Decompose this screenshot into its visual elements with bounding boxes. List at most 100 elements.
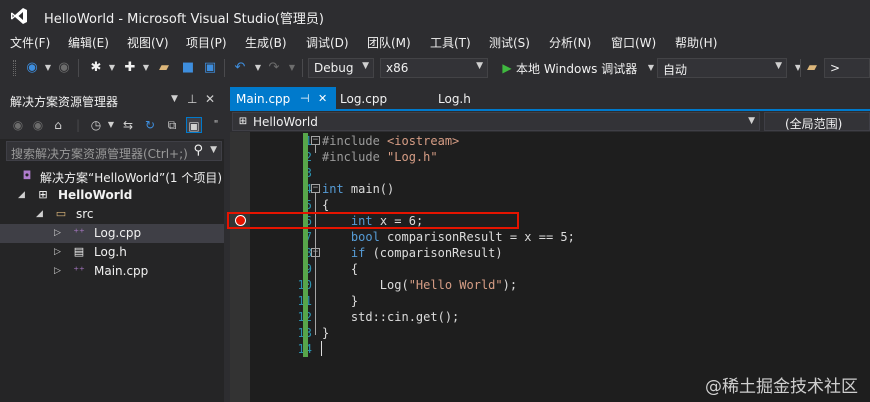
project-scope-select[interactable]: ⊞ HelloWorld ▼ (232, 112, 760, 131)
home-icon[interactable]: ⌂ (50, 117, 66, 133)
code-line[interactable]: 9 { (230, 261, 870, 277)
start-debugging-icon[interactable]: ▶ (499, 60, 515, 76)
watermark: @稀土掘金技术社区 (705, 377, 858, 397)
start-debugging-button[interactable]: 本地 Windows 调试器 (516, 60, 637, 77)
solution-platform-select[interactable]: x86 ▼ (380, 58, 488, 78)
member-scope-select[interactable]: (全局范围) (764, 112, 870, 131)
search-icon[interactable]: ⚲ (193, 143, 203, 158)
tree-item-project[interactable]: ◢ ⊞ HelloWorld (0, 186, 224, 205)
new-project-icon[interactable]: ✱ (88, 60, 104, 76)
code-line[interactable]: 5 { (230, 197, 870, 213)
toolbar-grip[interactable] (13, 60, 16, 76)
collapse-icon[interactable]: − (311, 184, 320, 193)
save-all-icon[interactable]: ▣ (202, 60, 218, 76)
code-line[interactable]: 4 − int main() (230, 181, 870, 197)
menu-help[interactable]: 帮助(H) (675, 34, 717, 51)
collapse-icon[interactable]: − (311, 248, 320, 257)
find-in-files-icon[interactable]: ▰ (804, 60, 820, 76)
solution-explorer-header: 解决方案资源管理器 ▼ ⊥ ✕ (0, 87, 224, 111)
find-input-text: > (830, 61, 841, 75)
menu-edit[interactable]: 编辑(E) (68, 34, 109, 51)
expanded-arrow-icon[interactable]: ◢ (36, 209, 43, 219)
menu-test[interactable]: 测试(S) (489, 34, 530, 51)
debug-mode-value: 自动 (663, 63, 688, 77)
pin-icon[interactable]: ⊥ (187, 92, 197, 106)
code-line[interactable]: 3 (230, 165, 870, 181)
search-options-dropdown-icon[interactable]: ▼ (210, 145, 217, 155)
tree-item-file[interactable]: ▷ ▤ Log.h (0, 243, 224, 262)
tab-log-h[interactable]: Log.h (434, 87, 514, 111)
close-icon[interactable]: ✕ (318, 92, 327, 105)
standard-toolbar: ◉ ▼ ◉ ✱ ▼ ✚ ▼ ▰ ■ ▣ ↶ ▼ ↷ ▼ Debug ▼ x86 … (0, 54, 870, 82)
forward-icon[interactable]: ◉ (56, 60, 72, 76)
platform-value: x86 (386, 61, 409, 75)
collapsed-arrow-icon[interactable]: ▷ (54, 247, 61, 257)
undo-dropdown-icon[interactable]: ▼ (250, 60, 266, 76)
redo-icon[interactable]: ↷ (266, 60, 282, 76)
menu-window[interactable]: 窗口(W) (611, 34, 656, 51)
debug-mode-select[interactable]: 自动 ▼ (657, 58, 787, 78)
editor-navigation-bar: ⊞ HelloWorld ▼ (全局范围) (230, 111, 870, 132)
collapse-icon[interactable]: − (311, 136, 320, 145)
new-project-dropdown-icon[interactable]: ▼ (104, 60, 120, 76)
code-line[interactable]: 2 #include "Log.h" (230, 149, 870, 165)
menu-analyze[interactable]: 分析(N) (549, 34, 591, 51)
back-icon[interactable]: ◉ (10, 117, 26, 133)
solution-explorer-search-input[interactable]: 搜索解决方案资源管理器(Ctrl+;) ⚲ ▼ (6, 141, 222, 161)
solution-label: 解决方案“HelloWorld”(1 个项目) (40, 171, 223, 185)
menu-view[interactable]: 视图(V) (127, 34, 169, 51)
code-line[interactable]: 1 − #include <iostream> (230, 133, 870, 149)
expanded-arrow-icon[interactable]: ◢ (18, 190, 25, 200)
menu-build[interactable]: 生成(B) (245, 34, 287, 51)
back-dropdown-icon[interactable]: ▼ (40, 60, 56, 76)
menu-file[interactable]: 文件(F) (10, 34, 50, 51)
tab-main-cpp[interactable]: Main.cpp ⊣ ✕ (230, 87, 336, 111)
code-editor[interactable]: 1 − #include <iostream> 2 #include "Log.… (230, 132, 870, 402)
code-line[interactable]: 12 std::cin.get(); (230, 309, 870, 325)
chevron-down-icon: ▼ (362, 61, 369, 71)
open-file-icon[interactable]: ▰ (156, 60, 172, 76)
menu-tools[interactable]: 工具(T) (430, 34, 471, 51)
pin-icon[interactable]: ⊣ (300, 92, 310, 105)
tree-item-solution[interactable]: ◘ 解决方案“HelloWorld”(1 个项目) (0, 167, 224, 186)
code-line[interactable]: 13 } (230, 325, 870, 341)
show-all-files-icon[interactable]: ▣ (186, 117, 202, 133)
collapse-all-icon[interactable]: ⧉ (164, 117, 180, 133)
close-icon[interactable]: ✕ (205, 92, 215, 106)
tree-item-file[interactable]: ▷ ⁺⁺ Main.cpp (0, 262, 224, 281)
folder-icon: ▭ (55, 207, 67, 220)
text-caret (321, 341, 322, 356)
solution-explorer-title: 解决方案资源管理器 (10, 95, 119, 109)
code-line[interactable]: 11 } (230, 293, 870, 309)
sync-with-document-icon[interactable]: ⇆ (120, 117, 136, 133)
forward-icon[interactable]: ◉ (30, 117, 46, 133)
collapsed-arrow-icon[interactable]: ▷ (54, 266, 61, 276)
member-scope-value: (全局范围) (785, 117, 843, 131)
code-line[interactable]: 7 bool comparisonResult = x == 5; (230, 229, 870, 245)
code-line[interactable]: 10 Log("Hello World"); (230, 277, 870, 293)
add-item-icon[interactable]: ✚ (122, 60, 138, 76)
solution-explorer-panel: 解决方案资源管理器 ▼ ⊥ ✕ ◉ ◉ ⌂ | ◷ ▼ ⇆ ↻ ⧉ ▣ " 搜索… (0, 87, 224, 402)
solution-icon: ◘ (22, 169, 32, 182)
code-line[interactable]: 14 (230, 341, 870, 357)
toolbar-overflow-icon[interactable]: " (208, 117, 224, 133)
undo-icon[interactable]: ↶ (232, 60, 248, 76)
tree-item-file[interactable]: ▷ ⁺⁺ Log.cpp (0, 224, 224, 243)
menu-team[interactable]: 团队(M) (367, 34, 411, 51)
add-item-dropdown-icon[interactable]: ▼ (138, 60, 154, 76)
tab-log-cpp[interactable]: Log.cpp (336, 87, 434, 111)
filter-dropdown-icon[interactable]: ▼ (103, 117, 119, 133)
save-icon[interactable]: ■ (180, 60, 196, 76)
collapsed-arrow-icon[interactable]: ▷ (54, 228, 61, 238)
menu-project[interactable]: 项目(P) (186, 34, 227, 51)
find-input[interactable]: > (824, 58, 870, 78)
menu-debug[interactable]: 调试(D) (306, 34, 349, 51)
back-icon[interactable]: ◉ (24, 60, 40, 76)
redo-dropdown-icon[interactable]: ▼ (284, 60, 300, 76)
tree-item-folder[interactable]: ◢ ▭ src (0, 205, 224, 224)
code-line[interactable]: 8 − if (comparisonResult) (230, 245, 870, 261)
pending-changes-filter-icon[interactable]: ◷ (88, 117, 104, 133)
refresh-icon[interactable]: ↻ (142, 117, 158, 133)
solution-configuration-select[interactable]: Debug ▼ (308, 58, 374, 78)
window-position-dropdown-icon[interactable]: ▼ (171, 94, 178, 104)
